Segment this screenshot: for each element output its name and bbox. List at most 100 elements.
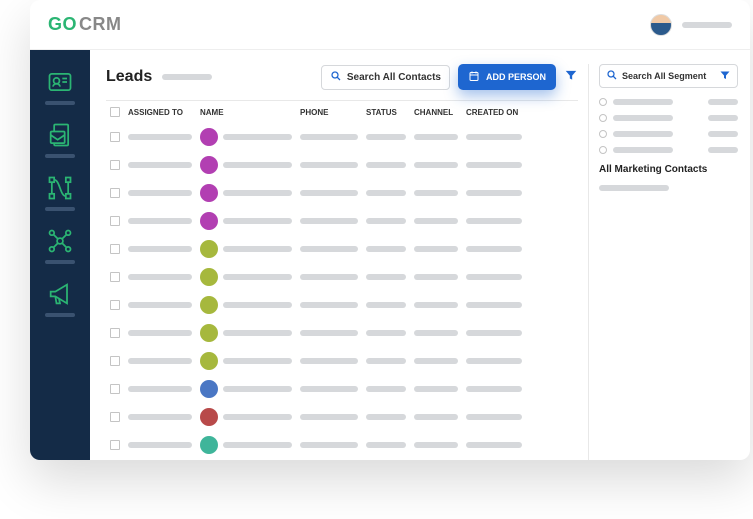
avatar-dot	[200, 380, 218, 398]
table-row[interactable]	[106, 179, 578, 207]
cell-name	[200, 128, 292, 146]
name-text	[223, 190, 292, 196]
campaign-icon	[46, 280, 74, 308]
row-checkbox[interactable]	[110, 300, 120, 310]
cell-name	[200, 240, 292, 258]
select-all-checkbox[interactable]	[110, 107, 120, 117]
table-row[interactable]	[106, 459, 578, 460]
th-channel[interactable]: CHANNEL	[414, 108, 458, 117]
row-checkbox[interactable]	[110, 356, 120, 366]
cell-status	[366, 386, 406, 392]
topbar-right	[650, 14, 732, 36]
cell-created	[466, 218, 522, 224]
contacts-icon	[46, 68, 74, 96]
cell-phone	[300, 246, 358, 252]
row-checkbox[interactable]	[110, 188, 120, 198]
table-row[interactable]	[106, 375, 578, 403]
cell-assigned	[128, 386, 192, 392]
search-segment-input[interactable]: Search All Segment	[599, 64, 738, 88]
row-checkbox[interactable]	[110, 216, 120, 226]
cell-channel	[414, 190, 458, 196]
page-subtitle	[162, 74, 212, 80]
segment-item[interactable]	[599, 146, 738, 154]
cell-name	[200, 380, 292, 398]
th-assigned[interactable]: ASSIGNED TO	[128, 108, 192, 117]
table-row[interactable]	[106, 123, 578, 151]
segment-radio[interactable]	[599, 98, 607, 106]
filter-icon[interactable]	[719, 69, 731, 83]
segment-radio[interactable]	[599, 146, 607, 154]
cell-channel	[414, 442, 458, 448]
cell-phone	[300, 358, 358, 364]
cell-status	[366, 162, 406, 168]
row-checkbox[interactable]	[110, 132, 120, 142]
cell-status	[366, 302, 406, 308]
cell-status	[366, 414, 406, 420]
cell-assigned	[128, 414, 192, 420]
segment-radio[interactable]	[599, 114, 607, 122]
search-icon	[606, 69, 618, 83]
name-text	[223, 274, 292, 280]
name-text	[223, 246, 292, 252]
segment-count	[708, 131, 738, 137]
logo-right: CRM	[79, 14, 122, 35]
search-contacts-input[interactable]: Search All Contacts	[321, 65, 450, 90]
name-text	[223, 442, 292, 448]
cell-phone	[300, 218, 358, 224]
sidebar-item-inbox[interactable]	[45, 121, 75, 158]
name-text	[223, 386, 292, 392]
segment-item[interactable]	[599, 130, 738, 138]
table-row[interactable]	[106, 235, 578, 263]
cell-created	[466, 442, 522, 448]
cell-status	[366, 330, 406, 336]
segment-radio[interactable]	[599, 130, 607, 138]
row-checkbox[interactable]	[110, 272, 120, 282]
table-row[interactable]	[106, 347, 578, 375]
table-row[interactable]	[106, 319, 578, 347]
cell-status	[366, 190, 406, 196]
segment-item[interactable]	[599, 98, 738, 106]
user-label	[682, 22, 732, 28]
th-status[interactable]: STATUS	[366, 108, 406, 117]
row-checkbox[interactable]	[110, 328, 120, 338]
table-row[interactable]	[106, 291, 578, 319]
row-checkbox[interactable]	[110, 160, 120, 170]
table-row[interactable]	[106, 403, 578, 431]
row-checkbox[interactable]	[110, 440, 120, 450]
th-created[interactable]: CREATED ON	[466, 108, 522, 117]
cell-phone	[300, 442, 358, 448]
cell-name	[200, 408, 292, 426]
name-text	[223, 134, 292, 140]
table-row[interactable]	[106, 263, 578, 291]
cell-phone	[300, 330, 358, 336]
cell-created	[466, 246, 522, 252]
filter-icon[interactable]	[564, 68, 578, 87]
th-name[interactable]: NAME	[200, 108, 292, 117]
row-checkbox[interactable]	[110, 412, 120, 422]
sidebar-item-network[interactable]	[45, 227, 75, 264]
avatar-dot	[200, 324, 218, 342]
segment-item[interactable]	[599, 114, 738, 122]
search-contacts-label: Search All Contacts	[347, 72, 441, 83]
cell-phone	[300, 134, 358, 140]
table-row[interactable]	[106, 431, 578, 459]
cell-assigned	[128, 246, 192, 252]
cell-status	[366, 358, 406, 364]
avatar[interactable]	[650, 14, 672, 36]
th-phone[interactable]: PHONE	[300, 108, 358, 117]
table-row[interactable]	[106, 151, 578, 179]
cell-created	[466, 134, 522, 140]
name-text	[223, 162, 292, 168]
main: Leads Search All Contacts	[30, 50, 750, 460]
row-checkbox[interactable]	[110, 244, 120, 254]
avatar-dot	[200, 240, 218, 258]
table-row[interactable]	[106, 207, 578, 235]
add-person-button[interactable]: ADD PERSON	[458, 64, 556, 90]
sidebar-item-contacts[interactable]	[45, 68, 75, 105]
cell-name	[200, 436, 292, 454]
row-checkbox[interactable]	[110, 384, 120, 394]
cell-name	[200, 156, 292, 174]
sidebar-item-design[interactable]	[45, 174, 75, 211]
sidebar-item-campaign[interactable]	[45, 280, 75, 317]
cell-channel	[414, 274, 458, 280]
